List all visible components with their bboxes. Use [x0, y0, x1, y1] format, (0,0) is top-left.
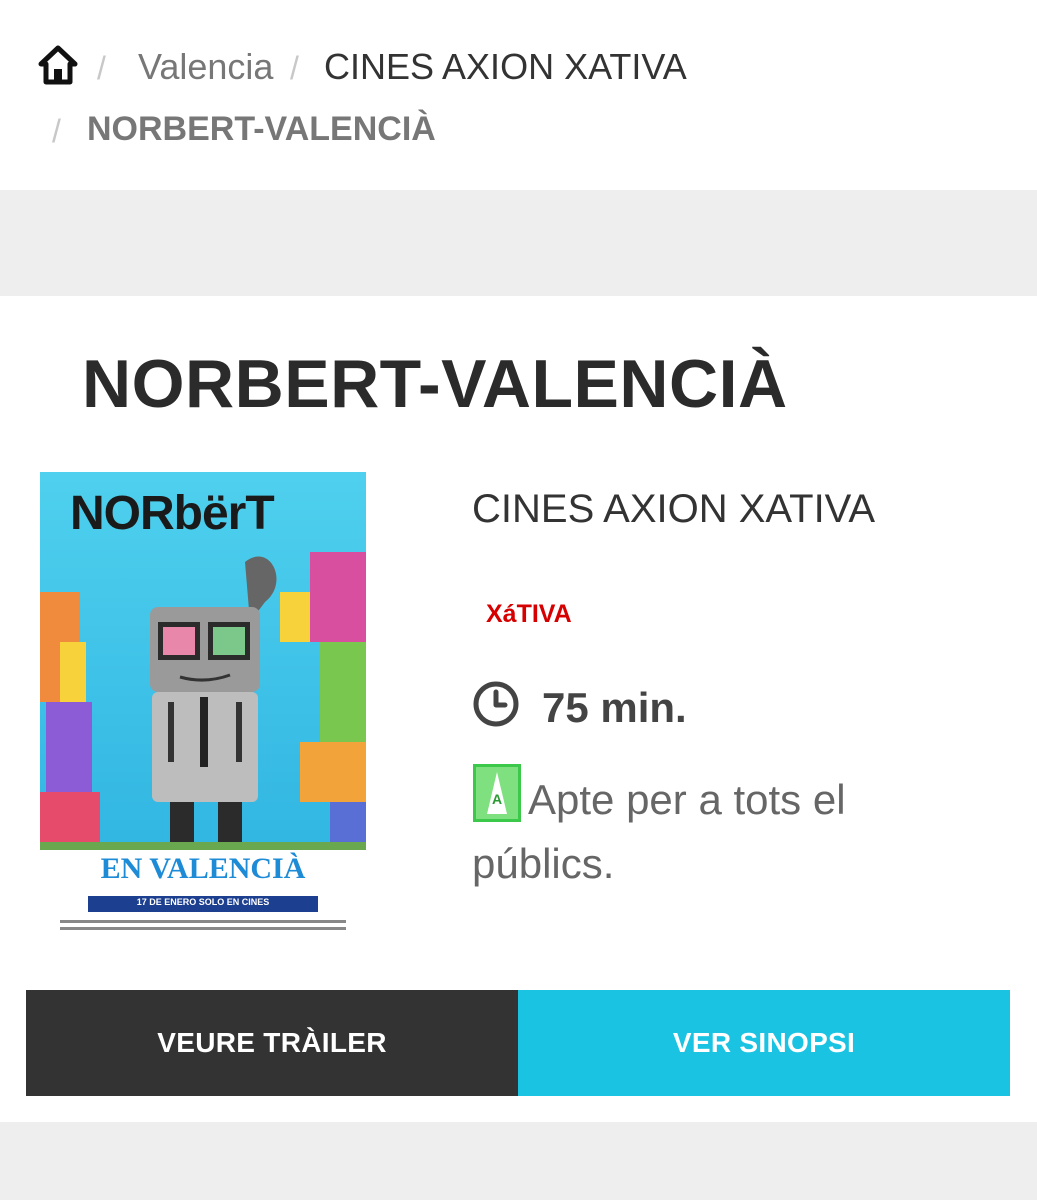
breadcrumb: / Valencia / CINES AXION XATIVA / NORBER… — [0, 0, 1037, 190]
movie-duration: 75 min. — [542, 684, 687, 731]
movie-title: NORBERT-VALENCIÀ — [82, 346, 788, 422]
poster-title-text: NORbërT — [70, 487, 275, 540]
poster-subtitle: EN VALENCIÀ — [100, 852, 306, 885]
view-synopsis-button[interactable]: VER SINOPSI — [518, 990, 1010, 1096]
breadcrumb-city-link[interactable]: Valencia — [138, 46, 273, 88]
breadcrumb-cinema-link[interactable]: CINES AXION XATIVA — [324, 46, 687, 88]
clock-icon — [472, 680, 520, 728]
age-rating-text: Apte per a tots el públics. — [472, 776, 846, 887]
city-label: XáTIVA — [486, 600, 572, 628]
cinema-name[interactable]: CINES AXION XATIVA — [472, 487, 875, 532]
breadcrumb-separator: / — [52, 113, 61, 149]
watch-trailer-button[interactable]: VEURE TRÀILER — [26, 990, 518, 1096]
poster-release-line: 17 DE ENERO SOLO EN CINES — [136, 897, 270, 907]
top-grey-band — [0, 190, 1037, 296]
movie-poster[interactable]: NORbërT EN VALENCIÀ 17 DE ENERO SOLO EN … — [40, 472, 366, 938]
bottom-grey-band — [0, 1122, 1037, 1200]
home-icon[interactable] — [38, 44, 78, 86]
breadcrumb-current: NORBERT-VALENCIÀ — [87, 110, 436, 148]
breadcrumb-separator: / — [97, 50, 106, 86]
breadcrumb-separator: / — [290, 50, 299, 86]
